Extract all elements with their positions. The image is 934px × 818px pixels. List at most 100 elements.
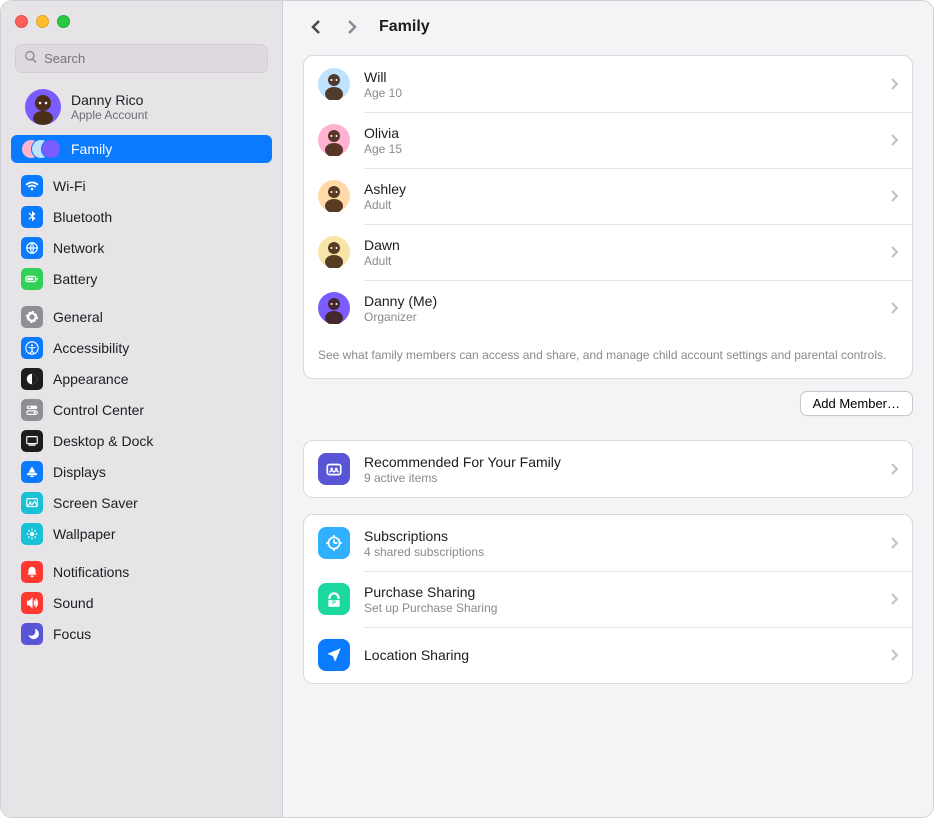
svg-text:P: P <box>332 601 336 607</box>
settings-window: Danny Rico Apple Account Family Wi-Fi Blu… <box>0 0 934 818</box>
chevron-right-icon <box>890 537 898 549</box>
sidebar-item-label: Appearance <box>53 371 129 387</box>
sidebar-item-wifi[interactable]: Wi-Fi <box>11 171 272 201</box>
member-row[interactable]: DawnAdult <box>304 224 912 280</box>
back-button[interactable] <box>303 15 331 39</box>
member-text: WillAge 10 <box>364 69 876 100</box>
sidebar-item-wallpaper[interactable]: Wallpaper <box>11 519 272 549</box>
section-row-purchase-sharing[interactable]: PPurchase SharingSet up Purchase Sharing <box>304 571 912 627</box>
section-subtitle: 9 active items <box>364 471 876 485</box>
content-pane: Family WillAge 10OliviaAge 15AshleyAdult… <box>283 1 933 817</box>
section-subtitle: 4 shared subscriptions <box>364 545 876 559</box>
content-scroll[interactable]: WillAge 10OliviaAge 15AshleyAdultDawnAdu… <box>283 55 933 817</box>
sidebar-item-network[interactable]: Network <box>11 233 272 263</box>
sidebar-item-general[interactable]: General <box>11 302 272 332</box>
accessibility-icon <box>21 337 43 359</box>
page-title: Family <box>379 18 430 36</box>
sidebar-item-label: Accessibility <box>53 340 129 356</box>
member-name: Ashley <box>364 181 876 197</box>
section-row-recommended[interactable]: Recommended For Your Family9 active item… <box>304 441 912 497</box>
sidebar-item-label: Sound <box>53 595 93 611</box>
chevron-right-icon <box>890 78 898 90</box>
forward-button[interactable] <box>337 15 365 39</box>
recommended-card: Recommended For Your Family9 active item… <box>303 440 913 498</box>
sidebar-item-accessibility[interactable]: Accessibility <box>11 333 272 363</box>
sidebar-item-label: Wi-Fi <box>53 178 86 194</box>
screen-saver-icon <box>21 492 43 514</box>
members-card: WillAge 10OliviaAge 15AshleyAdultDawnAdu… <box>303 55 913 379</box>
sidebar-item-label: Focus <box>53 626 91 642</box>
sidebar-item-label: Wallpaper <box>53 526 116 542</box>
member-detail: Adult <box>364 254 876 268</box>
account-avatar <box>25 89 61 125</box>
family-avatars-icon <box>21 139 61 159</box>
minimize-window-button[interactable] <box>36 15 49 28</box>
sidebar-item-focus[interactable]: Focus <box>11 619 272 649</box>
account-subtitle: Apple Account <box>71 108 148 122</box>
member-name: Dawn <box>364 237 876 253</box>
sidebar-item-control-center[interactable]: Control Center <box>11 395 272 425</box>
notifications-icon <box>21 561 43 583</box>
close-window-button[interactable] <box>15 15 28 28</box>
chevron-right-icon <box>890 302 898 314</box>
sidebar-item-desktop-dock[interactable]: Desktop & Dock <box>11 426 272 456</box>
member-detail: Age 15 <box>364 142 876 156</box>
sidebar-item-label: Network <box>53 240 104 256</box>
account-row[interactable]: Danny Rico Apple Account <box>1 83 282 135</box>
chevron-right-icon <box>890 463 898 475</box>
member-row[interactable]: OliviaAge 15 <box>304 112 912 168</box>
member-row[interactable]: WillAge 10 <box>304 56 912 112</box>
sidebar-item-bluetooth[interactable]: Bluetooth <box>11 202 272 232</box>
member-text: Danny (Me)Organizer <box>364 293 876 324</box>
sidebar-item-appearance[interactable]: Appearance <box>11 364 272 394</box>
sidebar-item-label: Displays <box>53 464 106 480</box>
sidebar-item-label: Screen Saver <box>53 495 138 511</box>
sidebar: Danny Rico Apple Account Family Wi-Fi Blu… <box>1 1 283 817</box>
member-avatar <box>318 236 350 268</box>
member-avatar <box>318 180 350 212</box>
family-rec-icon <box>318 453 350 485</box>
wifi-icon <box>21 175 43 197</box>
section-row-location-sharing[interactable]: Location Sharing <box>304 627 912 683</box>
window-controls <box>1 7 282 36</box>
fullscreen-window-button[interactable] <box>57 15 70 28</box>
member-avatar <box>318 124 350 156</box>
search-field[interactable] <box>15 44 268 73</box>
member-detail: Organizer <box>364 310 876 324</box>
sidebar-item-label: Battery <box>53 271 97 287</box>
sidebar-item-displays[interactable]: Displays <box>11 457 272 487</box>
sidebar-item-label: Bluetooth <box>53 209 112 225</box>
member-name: Danny (Me) <box>364 293 876 309</box>
section-title: Recommended For Your Family <box>364 454 876 470</box>
sidebar-item-battery[interactable]: Battery <box>11 264 272 294</box>
account-name: Danny Rico <box>71 92 148 108</box>
member-avatar <box>318 68 350 100</box>
add-member-button[interactable]: Add Member… <box>800 391 913 416</box>
sidebar-item-family[interactable]: Family <box>11 135 272 163</box>
account-text: Danny Rico Apple Account <box>71 92 148 122</box>
members-footnote: See what family members can access and s… <box>304 336 912 378</box>
chevron-right-icon <box>890 134 898 146</box>
member-row[interactable]: AshleyAdult <box>304 168 912 224</box>
chevron-right-icon <box>890 649 898 661</box>
sidebar-item-notifications[interactable]: Notifications <box>11 557 272 587</box>
section-row-subscriptions[interactable]: Subscriptions4 shared subscriptions <box>304 515 912 571</box>
sidebar-item-screen-saver[interactable]: Screen Saver <box>11 488 272 518</box>
purchase-icon: P <box>318 583 350 615</box>
member-text: OliviaAge 15 <box>364 125 876 156</box>
search-input[interactable] <box>44 51 259 66</box>
section-title: Subscriptions <box>364 528 876 544</box>
sidebar-item-sound[interactable]: Sound <box>11 588 272 618</box>
sidebar-item-label: Notifications <box>53 564 129 580</box>
member-name: Olivia <box>364 125 876 141</box>
member-row[interactable]: Danny (Me)Organizer <box>304 280 912 336</box>
section-title: Purchase Sharing <box>364 584 876 600</box>
sidebar-item-label: Desktop & Dock <box>53 433 153 449</box>
desktop-dock-icon <box>21 430 43 452</box>
control-center-icon <box>21 399 43 421</box>
chevron-right-icon <box>890 190 898 202</box>
toolbar: Family <box>283 1 933 55</box>
sidebar-item-label: Family <box>71 141 112 157</box>
member-text: DawnAdult <box>364 237 876 268</box>
sidebar-item-label: Control Center <box>53 402 144 418</box>
